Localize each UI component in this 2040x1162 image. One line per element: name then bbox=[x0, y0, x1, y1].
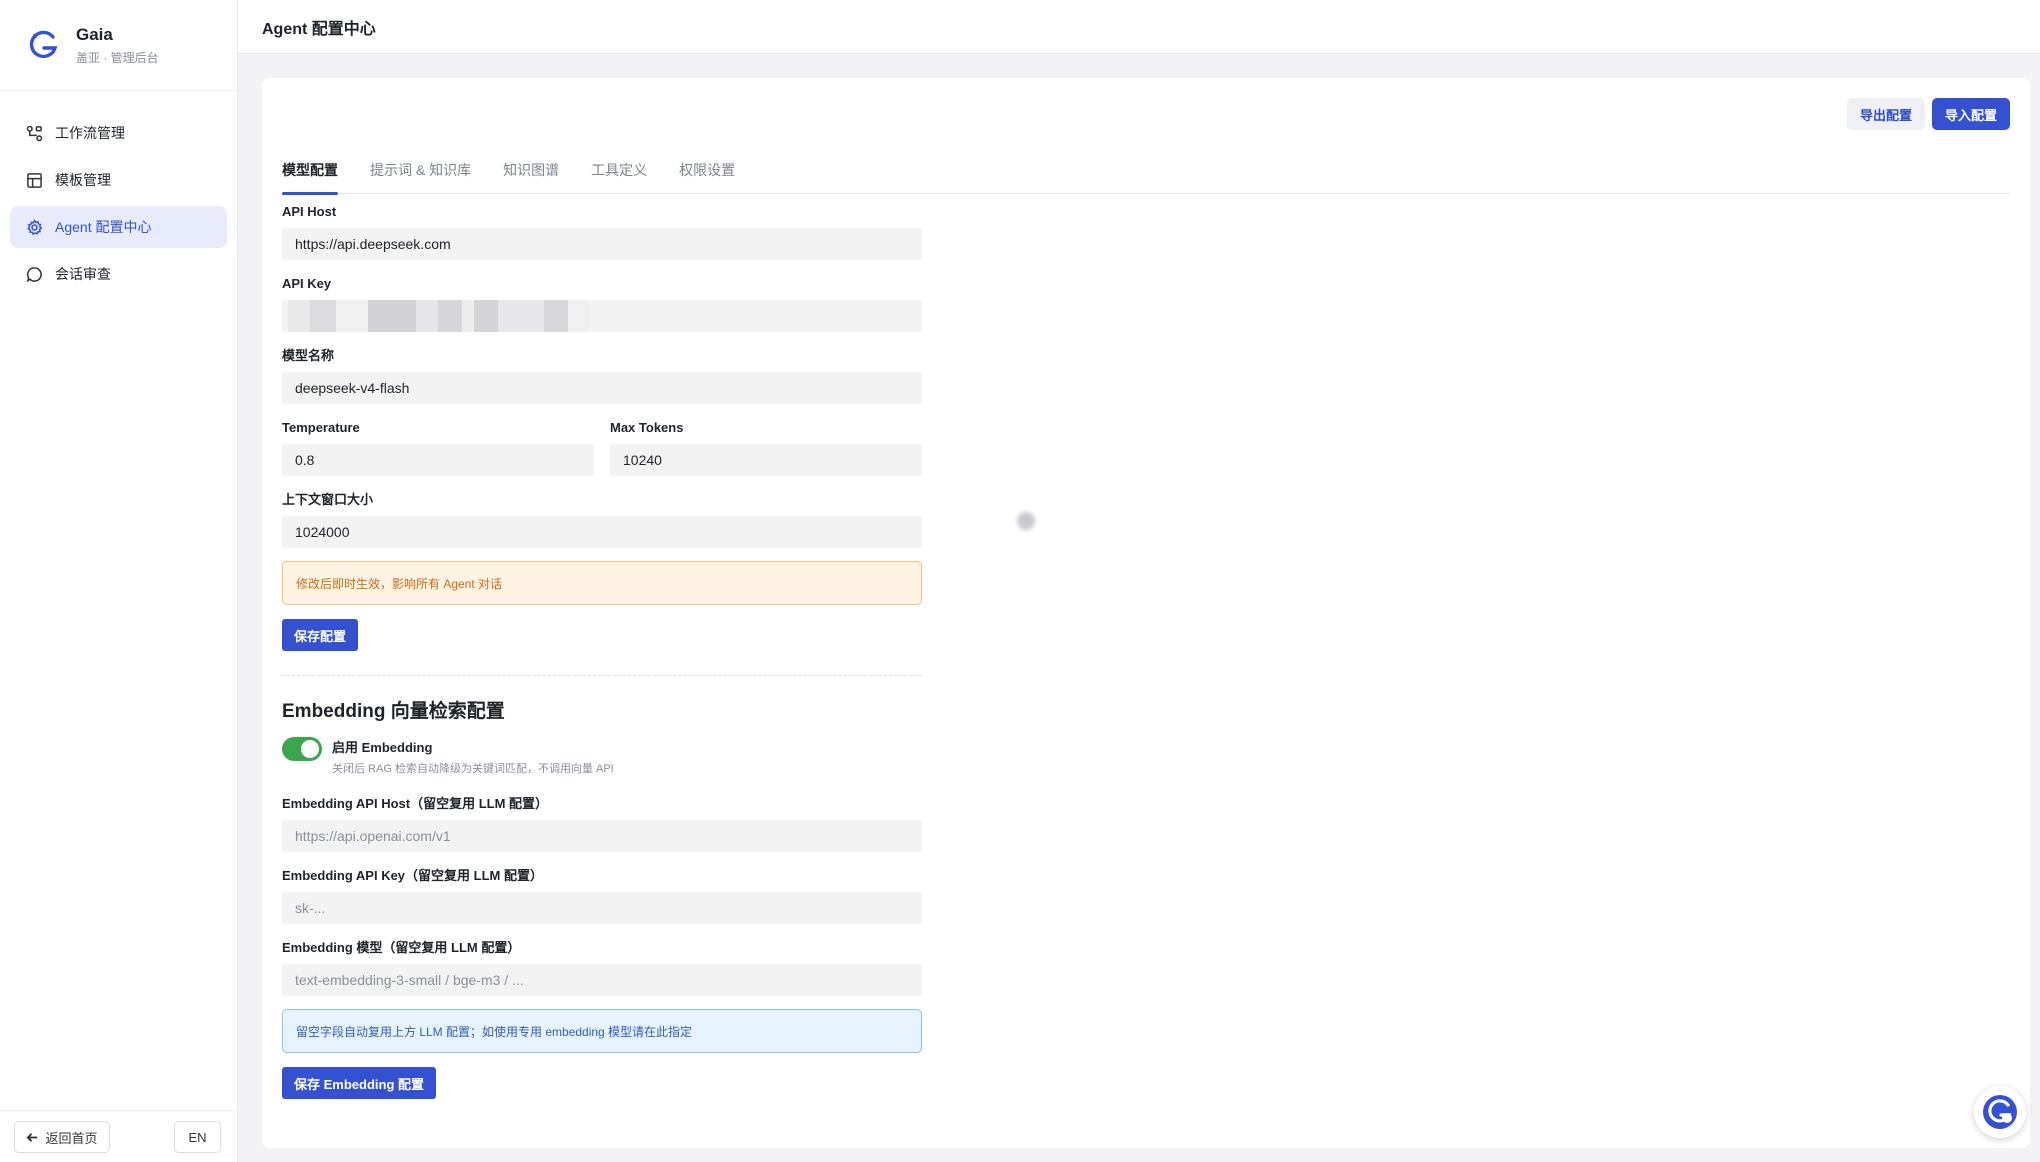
brand: Gaia 盖亚 · 管理后台 bbox=[0, 0, 237, 91]
arrow-left-icon bbox=[27, 1132, 38, 1142]
brand-subtitle: 盖亚 · 管理后台 bbox=[76, 50, 159, 65]
brand-name: Gaia bbox=[76, 24, 113, 44]
chat-bubble-icon bbox=[26, 266, 42, 282]
embedding-toggle-hint: 关闭后 RAG 检索自动降级为关键词匹配，不调用向量 API bbox=[332, 763, 614, 775]
max-tokens-label: Max Tokens bbox=[610, 420, 684, 435]
api-key-input-wrapper bbox=[282, 300, 922, 332]
embedding-api-key-label: Embedding API Key（留空复用 LLM 配置） bbox=[282, 868, 543, 883]
api-key-field: API Key bbox=[282, 276, 922, 332]
embedding-api-key-field: Embedding API Key（留空复用 LLM 配置） bbox=[282, 868, 922, 924]
tab-prompt-knowledge[interactable]: 提示词 & 知识库 bbox=[370, 146, 471, 194]
context-window-input[interactable] bbox=[282, 516, 922, 548]
api-key-redaction bbox=[288, 300, 590, 332]
max-tokens-field: Max Tokens bbox=[610, 420, 922, 476]
embedding-enable-toggle[interactable] bbox=[282, 737, 322, 761]
sidebar-item-label: 会话审查 bbox=[55, 266, 111, 282]
sidebar-item-label: 模板管理 bbox=[55, 172, 111, 188]
config-tabs: 模型配置 提示词 & 知识库 知识图谱 工具定义 权限设置 bbox=[282, 146, 2010, 195]
api-host-input[interactable] bbox=[282, 228, 922, 260]
embedding-toggle-row: 启用 Embedding 关闭后 RAG 检索自动降级为关键词匹配，不调用向量 … bbox=[282, 737, 922, 776]
back-home-button[interactable]: 返回首页 bbox=[14, 1121, 110, 1153]
sidebar-item-templates[interactable]: 模板管理 bbox=[10, 159, 227, 201]
save-config-button[interactable]: 保存配置 bbox=[282, 619, 359, 651]
live-change-warning: 修改后即时生效，影响所有 Agent 对话 bbox=[282, 561, 922, 605]
tab-tool-definitions[interactable]: 工具定义 bbox=[591, 146, 647, 194]
workflow-icon bbox=[26, 125, 43, 141]
sidebar-item-label: 工作流管理 bbox=[55, 125, 125, 141]
model-name-field: 模型名称 bbox=[282, 348, 922, 404]
ai-assistant-button[interactable] bbox=[1974, 1086, 2026, 1138]
tab-knowledge-graph[interactable]: 知识图谱 bbox=[503, 146, 559, 194]
back-home-label: 返回首页 bbox=[45, 1130, 98, 1146]
export-config-button[interactable]: 导出配置 bbox=[1847, 98, 1925, 130]
sidebar-item-agent-config[interactable]: Agent 配置中心 bbox=[10, 206, 227, 248]
embedding-api-host-input[interactable] bbox=[282, 820, 922, 852]
embedding-api-host-field: Embedding API Host（留空复用 LLM 配置） bbox=[282, 796, 922, 852]
save-embedding-config-button[interactable]: 保存 Embedding 配置 bbox=[282, 1067, 437, 1099]
tab-permissions[interactable]: 权限设置 bbox=[679, 146, 735, 194]
temperature-label: Temperature bbox=[282, 420, 360, 435]
max-tokens-input[interactable] bbox=[610, 444, 922, 476]
sidebar: Gaia 盖亚 · 管理后台 工作流管理 模板管理 Agent 配置中心 会话审… bbox=[0, 0, 238, 1162]
embedding-toggle-label: 启用 Embedding bbox=[332, 740, 433, 755]
embedding-model-field: Embedding 模型（留空复用 LLM 配置） bbox=[282, 940, 922, 996]
gaia-logo-icon bbox=[29, 30, 58, 59]
sidebar-nav: 工作流管理 模板管理 Agent 配置中心 会话审查 bbox=[0, 91, 237, 295]
model-name-input[interactable] bbox=[282, 372, 922, 404]
language-toggle-button[interactable]: EN bbox=[174, 1121, 221, 1153]
section-divider bbox=[282, 675, 922, 676]
embedding-model-label: Embedding 模型（留空复用 LLM 配置） bbox=[282, 940, 521, 955]
embedding-section-title: Embedding 向量检索配置 bbox=[282, 701, 505, 722]
import-config-button[interactable]: 导入配置 bbox=[1932, 98, 2010, 130]
sidebar-item-session-review[interactable]: 会话审查 bbox=[10, 253, 227, 295]
sidebar-item-label: Agent 配置中心 bbox=[55, 219, 152, 235]
embedding-reuse-info: 留空字段自动复用上方 LLM 配置；如使用专用 embedding 模型请在此指… bbox=[282, 1009, 922, 1053]
sidebar-footer: 返回首页 EN bbox=[0, 1110, 238, 1162]
embedding-api-key-input[interactable] bbox=[282, 892, 922, 924]
api-host-field: API Host bbox=[282, 204, 922, 260]
api-host-label: API Host bbox=[282, 204, 337, 219]
page-title: Agent 配置中心 bbox=[262, 20, 376, 38]
config-card: 导出配置 导入配置 模型配置 提示词 & 知识库 知识图谱 工具定义 权限设置 … bbox=[262, 78, 2030, 1148]
temperature-input[interactable] bbox=[282, 444, 594, 476]
template-icon bbox=[27, 172, 42, 188]
temperature-field: Temperature bbox=[282, 420, 594, 476]
assistant-logo-icon bbox=[1983, 1095, 2017, 1129]
sidebar-item-workflow[interactable]: 工作流管理 bbox=[10, 112, 227, 154]
context-window-field: 上下文窗口大小 bbox=[282, 492, 922, 548]
embedding-model-input[interactable] bbox=[282, 964, 922, 996]
context-window-label: 上下文窗口大小 bbox=[282, 492, 374, 507]
cursor-blur-spot bbox=[1017, 512, 1035, 530]
model-name-label: 模型名称 bbox=[282, 348, 335, 363]
api-key-label: API Key bbox=[282, 276, 332, 291]
gear-icon bbox=[27, 218, 43, 235]
tab-model-config[interactable]: 模型配置 bbox=[282, 146, 338, 195]
embedding-api-host-label: Embedding API Host（留空复用 LLM 配置） bbox=[282, 796, 549, 811]
model-config-form: API Host API Key bbox=[282, 204, 922, 1099]
temperature-tokens-row: Temperature Max Tokens bbox=[282, 420, 922, 492]
top-bar: Agent 配置中心 bbox=[238, 0, 2040, 54]
